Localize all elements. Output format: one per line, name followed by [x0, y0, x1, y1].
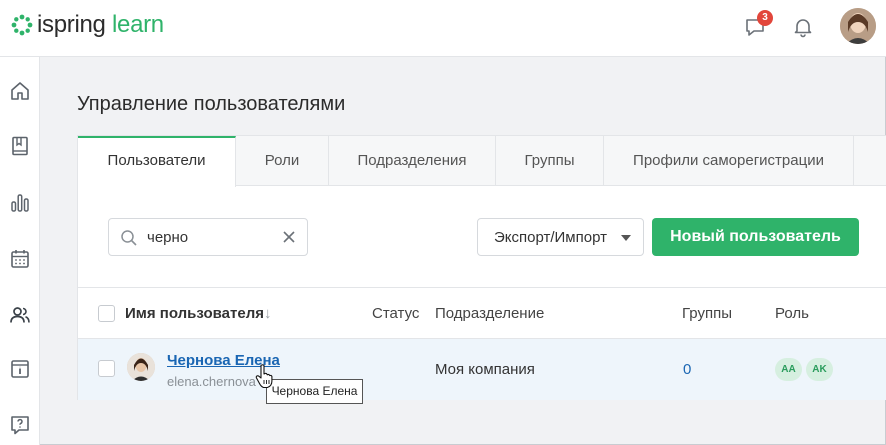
users-icon[interactable]: [8, 303, 32, 327]
avatar-photo-icon: [840, 8, 876, 44]
user-email: elena.chernova: [167, 374, 256, 389]
help-icon[interactable]: [8, 413, 32, 437]
avatar: [127, 353, 155, 381]
role-badge: AA: [775, 358, 802, 381]
bell-icon[interactable]: [791, 15, 815, 39]
chevron-down-icon: [621, 235, 631, 241]
column-header-role: Роль: [775, 305, 809, 322]
tab-bar: Пользователи Роли Подразделения Группы П…: [78, 136, 886, 187]
tab-users[interactable]: Пользователи: [78, 136, 236, 187]
tab-self-registration-profiles[interactable]: Профили саморегистрации: [604, 136, 854, 186]
search-value: черно: [147, 229, 189, 246]
tab-roles[interactable]: Роли: [236, 136, 329, 186]
calendar-icon[interactable]: [8, 247, 32, 271]
clear-search-icon[interactable]: [281, 229, 297, 245]
tooltip: Чернова Елена: [266, 379, 363, 404]
tab-groups[interactable]: Группы: [496, 136, 604, 186]
row-checkbox[interactable]: [98, 360, 115, 377]
hand-cursor-icon: [255, 364, 273, 389]
export-import-label: Экспорт/Импорт: [494, 229, 607, 246]
table-header: Имя пользователя ↓ Статус Подразделение …: [78, 287, 886, 339]
chart-icon[interactable]: [8, 191, 32, 215]
info-icon[interactable]: [8, 357, 32, 381]
users-card: Пользователи Роли Подразделения Группы П…: [77, 135, 886, 400]
select-all-checkbox[interactable]: [98, 305, 115, 322]
sidebar: [0, 57, 40, 445]
user-groups-count[interactable]: 0: [683, 361, 691, 378]
column-header-name[interactable]: Имя пользователя: [125, 305, 264, 322]
messages-badge: 3: [757, 10, 773, 26]
column-header-department: Подразделение: [435, 305, 545, 322]
tab-departments[interactable]: Подразделения: [329, 136, 496, 186]
role-badge: AK: [806, 358, 833, 381]
table-row[interactable]: Чернова Елена elena.chernova Моя компани…: [78, 339, 886, 400]
sort-arrow-icon[interactable]: ↓: [264, 305, 272, 322]
search-input[interactable]: черно: [108, 218, 308, 256]
new-user-button[interactable]: Новый пользователь: [652, 218, 859, 256]
top-bar: ispring learn 3: [0, 0, 886, 57]
column-header-groups: Группы: [682, 305, 732, 322]
home-icon[interactable]: [8, 79, 32, 103]
user-department: Моя компания: [435, 361, 535, 378]
column-header-status: Статус: [372, 305, 420, 322]
logo-text: ispring learn: [37, 11, 164, 38]
search-icon: [121, 230, 137, 246]
page-title: Управление пользователями: [77, 93, 346, 115]
user-avatar[interactable]: [840, 8, 876, 44]
ispring-logo-icon: [11, 14, 33, 36]
logo[interactable]: ispring learn: [11, 12, 164, 38]
user-photo-icon: [127, 353, 155, 381]
export-import-dropdown[interactable]: Экспорт/Импорт: [477, 218, 644, 256]
book-icon[interactable]: [8, 134, 32, 158]
